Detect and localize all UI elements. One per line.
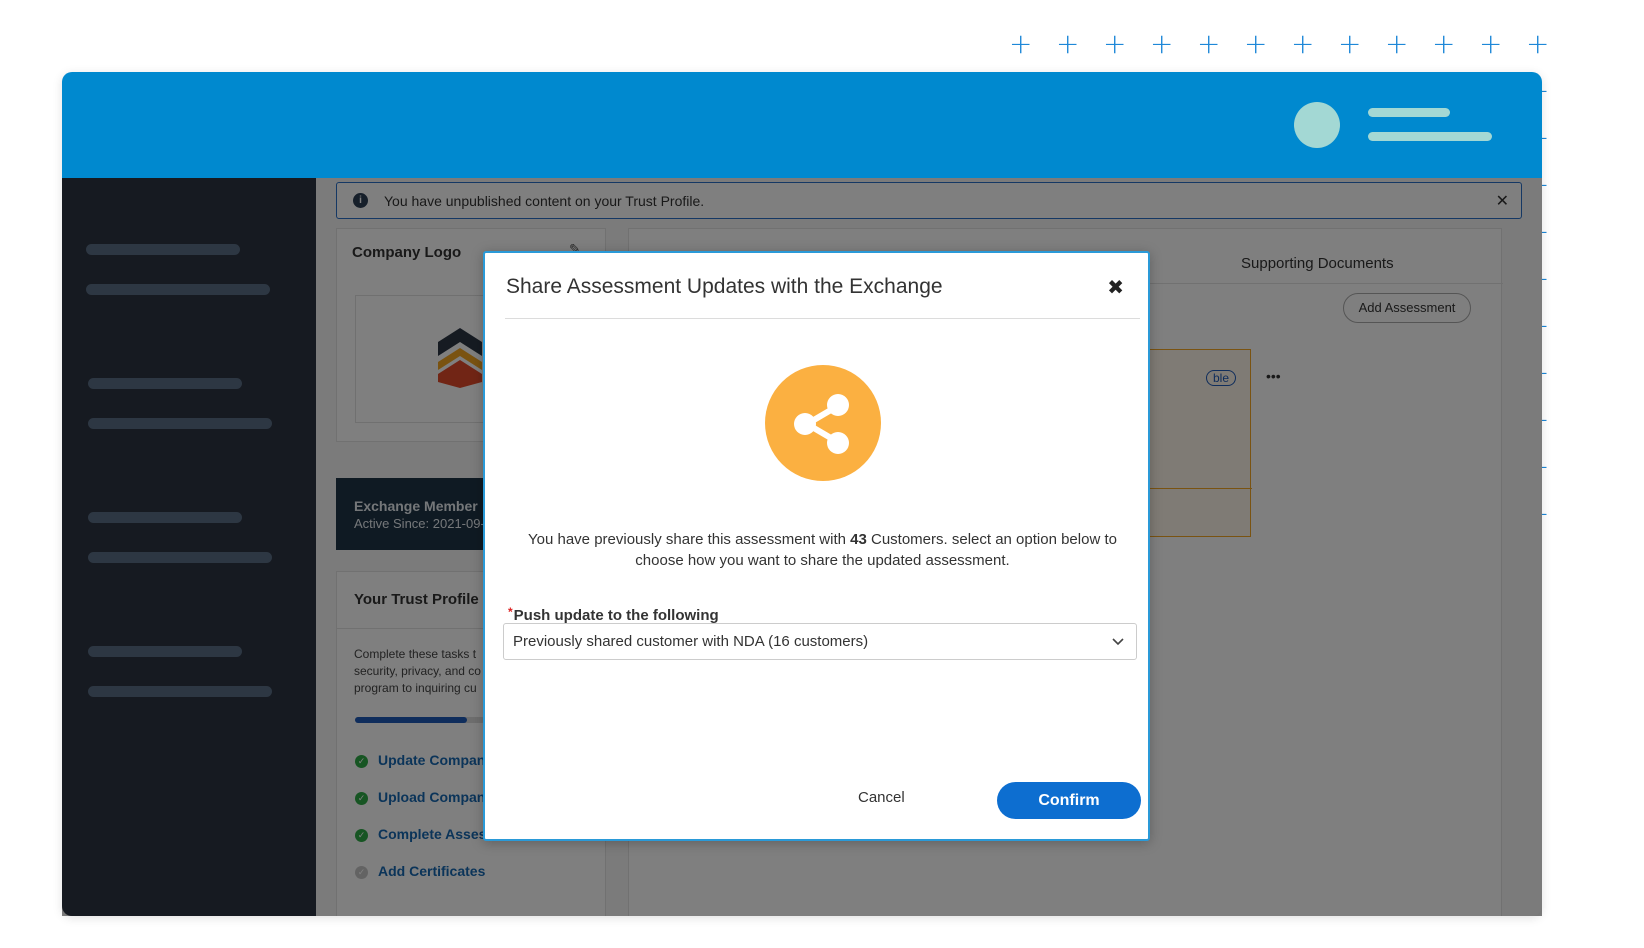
task-label: Update Company [378, 752, 494, 768]
sidebar-item-placeholder[interactable] [88, 686, 272, 697]
status-badge: ble [1206, 370, 1237, 386]
sidebar-item-placeholder[interactable] [86, 284, 270, 295]
trust-profile-description: Complete these tasks t security, privacy… [354, 646, 481, 697]
sidebar [62, 178, 316, 916]
plus-icon: + [1432, 27, 1456, 60]
required-mark: * [508, 605, 513, 619]
push-update-label: *Push update to the following [508, 605, 719, 624]
cancel-button[interactable]: Cancel [858, 789, 905, 806]
top-header [62, 72, 1542, 178]
check-icon: ✓ [355, 792, 368, 805]
user-role-placeholder [1368, 132, 1492, 141]
plus-icon: + [1056, 27, 1080, 60]
select-value: Previously shared customer with NDA (16 … [513, 633, 869, 650]
task-label: Upload Company [378, 789, 494, 805]
push-update-select[interactable]: Previously shared customer with NDA (16 … [503, 623, 1137, 660]
exchange-member-title: Exchange Member [354, 498, 478, 514]
modal-title: Share Assessment Updates with the Exchan… [506, 275, 943, 298]
share-message: You have previously share this assessmen… [505, 529, 1140, 571]
sidebar-item-placeholder[interactable] [88, 418, 272, 429]
plus-icon: + [1526, 27, 1550, 60]
share-glyph [794, 394, 849, 454]
plus-icon: + [1385, 27, 1409, 60]
check-icon: ✓ [355, 866, 368, 879]
plus-icon: + [1103, 27, 1127, 60]
modal-divider [505, 318, 1140, 319]
more-options-button[interactable]: ••• [1266, 368, 1281, 384]
sidebar-item-placeholder[interactable] [86, 244, 240, 255]
avatar[interactable] [1294, 102, 1340, 148]
sidebar-item-placeholder[interactable] [88, 512, 242, 523]
close-icon[interactable]: ✕ [1496, 191, 1509, 211]
description-line: Complete these tasks t [354, 647, 477, 661]
task-item[interactable]: ✓ Upload Company [355, 789, 493, 805]
exchange-member-since: Active Since: 2021-09- [354, 516, 485, 531]
task-item[interactable]: ✓ Add Certificates [355, 863, 485, 879]
plus-icon: + [1291, 27, 1315, 60]
unpublished-banner: i You have unpublished content on your T… [336, 182, 1522, 219]
user-name-placeholder [1368, 108, 1450, 117]
share-icon [765, 365, 881, 481]
share-updates-modal: Share Assessment Updates with the Exchan… [483, 251, 1150, 841]
profile-progress-fill [355, 717, 467, 723]
plus-icon: + [1244, 27, 1268, 60]
banner-text: You have unpublished content on your Tru… [384, 193, 705, 209]
card-title: Your Trust Profile [354, 591, 479, 608]
info-icon: i [353, 193, 368, 208]
message-text: You have previously share this assessmen… [528, 531, 851, 548]
task-label: Complete Assess [378, 826, 495, 842]
plus-icon: + [1197, 27, 1221, 60]
plus-icon: + [1338, 27, 1362, 60]
customer-count: 43 [850, 531, 867, 548]
task-item[interactable]: ✓ Update Company [355, 752, 493, 768]
tab-supporting-documents[interactable]: Supporting Documents [1241, 255, 1394, 272]
task-item[interactable]: ✓ Complete Assess [355, 826, 494, 842]
plus-icon: + [1479, 27, 1503, 60]
description-line: program to inquiring cu [354, 681, 477, 695]
close-icon[interactable]: ✖ [1107, 275, 1124, 300]
task-label: Add Certificates [378, 863, 486, 879]
check-icon: ✓ [355, 755, 368, 768]
sidebar-item-placeholder[interactable] [88, 646, 242, 657]
page: ++++++++++++++++++++++++++++++++ i You h… [0, 0, 1644, 948]
plus-icon: + [1150, 27, 1174, 60]
profile-progress-bar [355, 717, 485, 723]
description-line: security, privacy, and co [354, 664, 481, 678]
sidebar-item-placeholder[interactable] [88, 378, 242, 389]
plus-icon: + [1009, 27, 1033, 60]
check-icon: ✓ [355, 829, 368, 842]
chevron-down-icon [1112, 638, 1124, 646]
sidebar-item-placeholder[interactable] [88, 552, 272, 563]
company-logo [438, 328, 482, 388]
add-assessment-button[interactable]: Add Assessment [1343, 293, 1471, 323]
card-title: Company Logo [352, 244, 462, 261]
confirm-button[interactable]: Confirm [997, 782, 1141, 819]
field-label-text: Push update to the following [513, 607, 719, 624]
